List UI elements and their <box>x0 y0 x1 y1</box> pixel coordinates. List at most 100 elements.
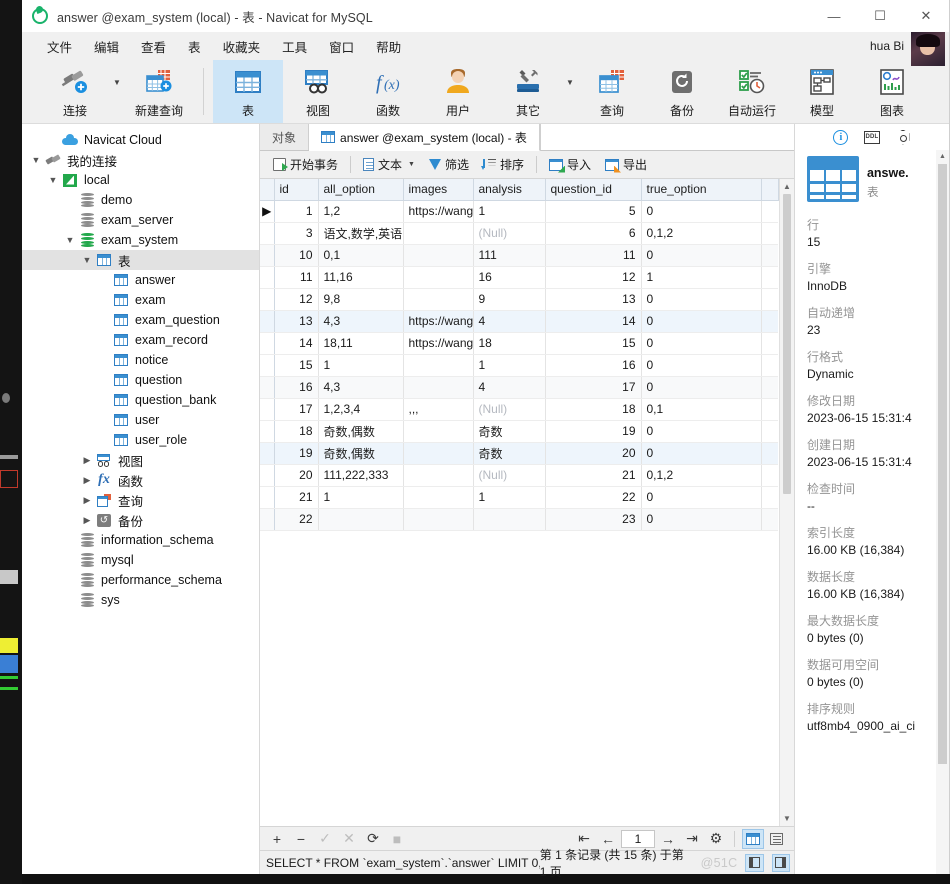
cell-images[interactable] <box>403 354 474 377</box>
cell-true_option[interactable]: 0 <box>641 288 762 311</box>
scroll-thumb[interactable] <box>782 194 791 494</box>
cell-images[interactable] <box>403 420 474 443</box>
table-row[interactable]: 11 11,16 16 12 1 <box>260 266 779 289</box>
menu-favorites[interactable]: 收藏夹 <box>212 34 272 59</box>
sidebar-item-table-exam-record[interactable]: exam_record <box>22 330 259 350</box>
cell-question_id[interactable]: 19 <box>545 420 642 443</box>
ribbon-backup-button[interactable]: 备份 <box>647 60 717 123</box>
cell-analysis[interactable]: 4 <box>473 310 546 333</box>
cell-true_option[interactable]: 0 <box>641 310 762 333</box>
cell-id[interactable]: 3 <box>274 222 319 245</box>
cell-images[interactable] <box>403 464 474 487</box>
cell-analysis[interactable]: 9 <box>473 288 546 311</box>
menu-edit[interactable]: 编辑 <box>83 34 130 59</box>
toggle-right-panel-button[interactable] <box>771 853 790 872</box>
cell-all_option[interactable]: 语文,数学,英语,i, <box>318 222 404 245</box>
chevron-down-icon[interactable]: ▼ <box>28 155 44 165</box>
cell-all_option[interactable]: 0,1 <box>318 244 404 267</box>
cell-id[interactable]: 11 <box>274 266 319 289</box>
cell-question_id[interactable]: 18 <box>545 398 642 421</box>
cell-images[interactable]: https://wang <box>403 200 474 223</box>
cell-id[interactable]: 18 <box>274 420 319 443</box>
cell-analysis[interactable]: (Null) <box>473 464 546 487</box>
sidebar-item-demo[interactable]: demo <box>22 190 259 210</box>
cell-all_option[interactable]: 1 <box>318 486 404 509</box>
chevron-down-icon[interactable]: ▼ <box>408 161 415 168</box>
cell-id[interactable]: 21 <box>274 486 319 509</box>
cell-images[interactable] <box>403 486 474 509</box>
cell-analysis[interactable]: (Null) <box>473 398 546 421</box>
apply-change-button[interactable]: ✓ <box>314 829 336 849</box>
ribbon-automation-button[interactable]: 自动运行 <box>717 60 787 123</box>
cell-analysis[interactable]: 奇数 <box>473 442 546 465</box>
cell-true_option[interactable]: 0 <box>641 442 762 465</box>
ribbon-function-button[interactable]: f (x) 函数 <box>353 60 423 123</box>
cell-all_option[interactable]: 4,3 <box>318 310 404 333</box>
table-row[interactable]: 3 语文,数学,英语,i, (Null) 6 0,1,2 <box>260 222 779 245</box>
column-header-all_option[interactable]: all_option <box>318 179 404 201</box>
row-marker[interactable] <box>260 376 275 399</box>
cell-id[interactable]: 10 <box>274 244 319 267</box>
cell-analysis[interactable]: 111 <box>473 244 546 267</box>
tab-answer-table[interactable]: answer @exam_system (local) - 表 <box>309 124 540 151</box>
cell-id[interactable]: 1 <box>274 200 319 223</box>
sidebar-tree[interactable]: Navicat Cloud ▼ 我的连接 ▼ local demo exam_server ▼… <box>22 124 260 874</box>
cell-true_option[interactable]: 0 <box>641 486 762 509</box>
cell-all_option[interactable]: 11,16 <box>318 266 404 289</box>
table-body[interactable]: ▶ 1 1,2 https://wang 1 5 0 3 语文,数学,英语,i, (Null) 6 0… <box>260 200 779 531</box>
sidebar-item-backups[interactable]: ▶ ↺ 备份 <box>22 510 259 530</box>
cell-images[interactable] <box>403 508 474 531</box>
table-row[interactable]: 10 0,1 111 11 0 <box>260 244 779 267</box>
cell-images[interactable] <box>403 288 474 311</box>
cell-question_id[interactable]: 22 <box>545 486 642 509</box>
text-button[interactable]: 文本 ▼ <box>356 153 422 176</box>
table-row[interactable]: 19 奇数,偶数 奇数 20 0 <box>260 442 779 465</box>
table-row[interactable]: 14 18,11 https://wang 18 15 0 <box>260 332 779 355</box>
cell-true_option[interactable]: 0 <box>641 354 762 377</box>
scroll-down-arrow[interactable]: ▼ <box>780 811 794 826</box>
menu-table[interactable]: 表 <box>177 34 212 59</box>
sidebar-item-navicat-cloud[interactable]: Navicat Cloud <box>22 130 259 150</box>
cell-question_id[interactable]: 23 <box>545 508 642 531</box>
sidebar-item-table-exam[interactable]: exam <box>22 290 259 310</box>
chevron-down-icon[interactable]: ▼ <box>563 60 577 123</box>
row-marker[interactable] <box>260 354 275 377</box>
column-header-id[interactable]: id <box>274 179 319 201</box>
cell-true_option[interactable]: 1 <box>641 266 762 289</box>
cancel-change-button[interactable]: ✕ <box>338 829 360 849</box>
ribbon-new-query-button[interactable]: 新建查询 <box>124 60 194 123</box>
stop-button[interactable]: ■ <box>386 829 408 849</box>
sidebar-item-performance-schema[interactable]: performance_schema <box>22 570 259 590</box>
table-row[interactable]: 20 111,222,333 (Null) 21 0,1,2 <box>260 464 779 487</box>
cell-question_id[interactable]: 17 <box>545 376 642 399</box>
toggle-left-panel-button[interactable] <box>745 853 764 872</box>
cell-analysis[interactable]: 16 <box>473 266 546 289</box>
cell-analysis[interactable]: 1 <box>473 200 546 223</box>
settings-tab-button[interactable] <box>894 129 911 146</box>
cell-analysis[interactable]: 4 <box>473 376 546 399</box>
ribbon-chart-button[interactable]: 图表 <box>857 60 927 123</box>
cell-analysis[interactable]: 1 <box>473 354 546 377</box>
cell-analysis[interactable]: (Null) <box>473 222 546 245</box>
cell-all_option[interactable]: 奇数,偶数 <box>318 442 404 465</box>
cell-id[interactable]: 19 <box>274 442 319 465</box>
begin-transaction-button[interactable]: 开始事务 <box>266 153 345 176</box>
cell-analysis[interactable]: 18 <box>473 332 546 355</box>
row-marker[interactable] <box>260 420 275 443</box>
sidebar-item-table-user-role[interactable]: user_role <box>22 430 259 450</box>
cell-all_option[interactable]: 18,11 <box>318 332 404 355</box>
ribbon-table-button[interactable]: 表 <box>213 60 283 123</box>
sidebar-item-exam-server[interactable]: exam_server <box>22 210 259 230</box>
row-marker[interactable] <box>260 332 275 355</box>
row-marker[interactable]: ▶ <box>260 200 275 223</box>
import-button[interactable]: 导入 <box>542 153 598 176</box>
cell-question_id[interactable]: 13 <box>545 288 642 311</box>
cell-question_id[interactable]: 12 <box>545 266 642 289</box>
cell-true_option[interactable]: 0 <box>641 376 762 399</box>
cell-true_option[interactable]: 0 <box>641 200 762 223</box>
chevron-right-icon[interactable]: ▶ <box>79 515 95 526</box>
column-header-question_id[interactable]: question_id <box>545 179 642 201</box>
row-marker[interactable] <box>260 310 275 333</box>
menu-file[interactable]: 文件 <box>36 34 83 59</box>
info-scroll-up-arrow[interactable]: ▲ <box>936 150 949 163</box>
